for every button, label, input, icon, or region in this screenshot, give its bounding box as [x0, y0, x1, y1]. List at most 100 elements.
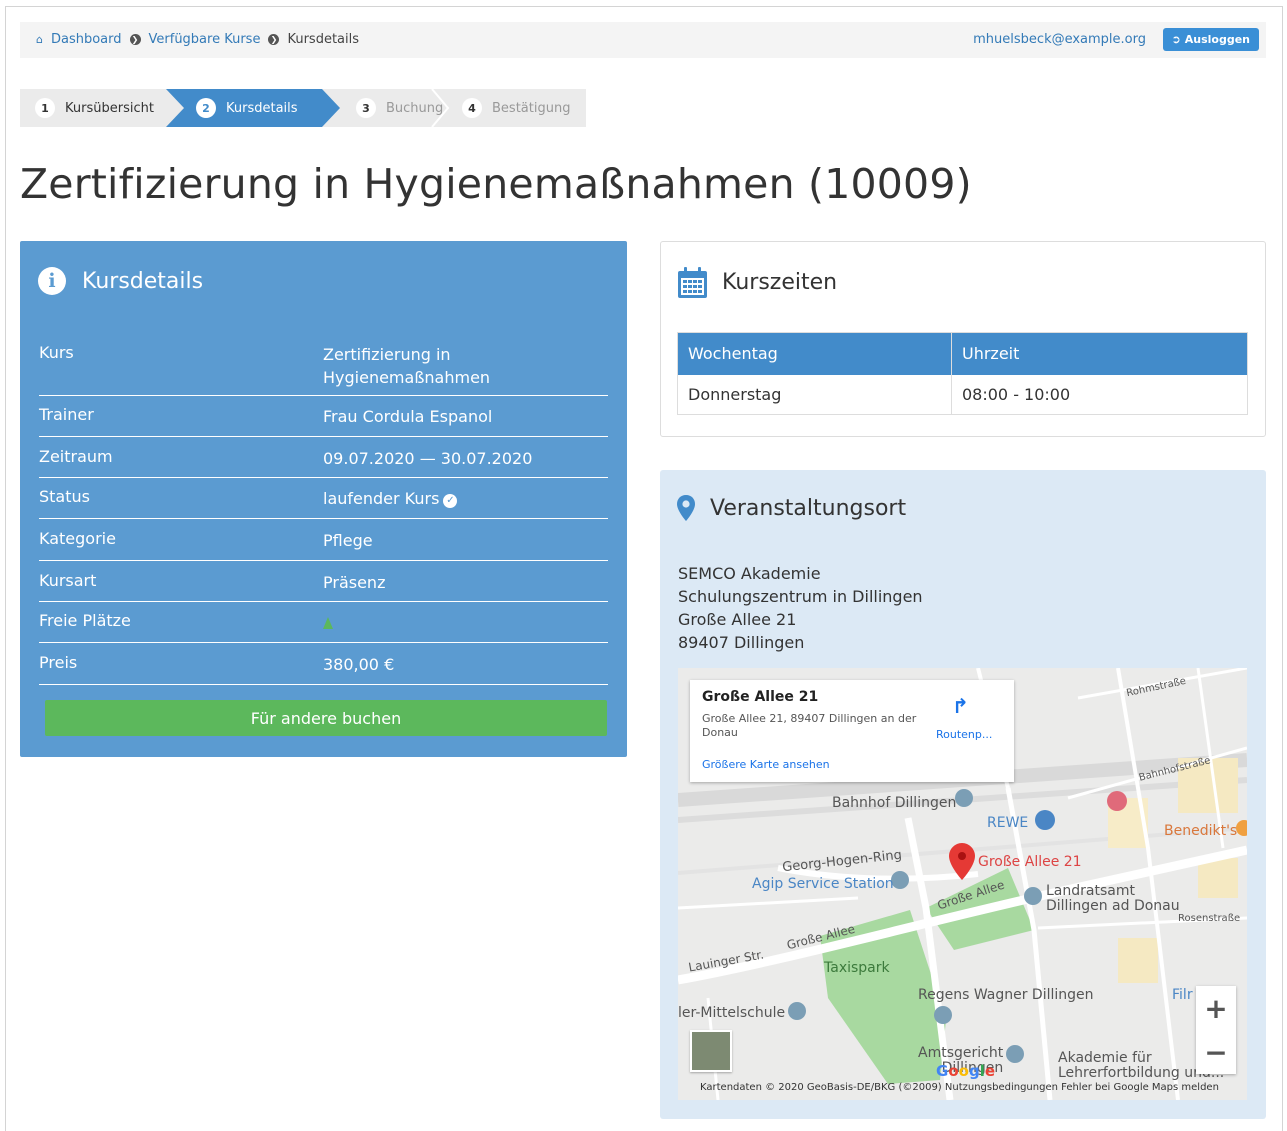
zoom-out-button[interactable]: − [1196, 1030, 1236, 1074]
map-label-street: Rosenstraße [1178, 913, 1241, 924]
detail-value: Pflege [323, 531, 373, 550]
calendar-icon [678, 267, 707, 298]
map-attribution[interactable]: Kartendaten © 2020 GeoBasis-DE/BKG (©200… [700, 1082, 1219, 1093]
info-window-title: Große Allee 21 [702, 689, 819, 705]
step-number: 3 [356, 98, 376, 118]
google-logo: Google [936, 1062, 996, 1080]
detail-row-course-type: Kursart Präsenz [39, 571, 608, 602]
detail-value: 09.07.2020 — 30.07.2020 [323, 449, 533, 468]
step-label: Kursübersicht [65, 100, 154, 116]
course-times-table: Wochentag Uhrzeit Donnerstag 08:00 - 10:… [677, 332, 1248, 415]
map-label-rewe: REWE [987, 815, 1029, 831]
detail-value: laufender Kurs [323, 489, 440, 508]
breadcrumb: ⌂ Dashboard ❯ Verfügbare Kurse ❯ Kursdet… [36, 32, 359, 47]
map-label-office: Landratsamt Dillingen ad Donau [1046, 884, 1180, 914]
panel-title: Veranstaltungsort [676, 494, 906, 522]
step-label: Bestätigung [492, 100, 571, 116]
seat-availability-icon [323, 617, 333, 629]
wizard-steps: 1 Kursübersicht 2 Kursdetails 3 Buchung … [20, 89, 586, 127]
detail-row-free-seats: Freie Plätze [39, 611, 608, 643]
map-label-line: Landratsamt [1046, 883, 1135, 899]
top-bar: ⌂ Dashboard ❯ Verfügbare Kurse ❯ Kursdet… [20, 22, 1266, 58]
logout-label: Ausloggen [1184, 33, 1250, 46]
course-details-panel: i Kursdetails Kurs Zertifizierung in Hyg… [20, 241, 627, 757]
address-line: SEMCO Akademie [678, 564, 821, 583]
column-header: Uhrzeit [951, 332, 1248, 375]
detail-value: Frau Cordula Espanol [323, 407, 493, 426]
panel-title: Kurszeiten [677, 266, 837, 299]
page-title: Zertifizierung in Hygienemaßnahmen (1000… [20, 160, 972, 208]
panel-title-text: Kursdetails [82, 268, 204, 294]
map-label-restaurant: Benedikt's [1164, 823, 1238, 839]
map-info-window: Große Allee 21 Große Allee 21, 89407 Dil… [690, 680, 1014, 782]
wizard-step-1[interactable]: 1 Kursübersicht [20, 89, 166, 127]
satellite-toggle-button[interactable] [690, 1030, 732, 1072]
map-marker-icon [677, 495, 695, 521]
home-icon: ⌂ [36, 33, 43, 46]
column-header: Wochentag [677, 332, 952, 375]
panel-title-text: Veranstaltungsort [710, 495, 907, 521]
step-number: 1 [35, 98, 55, 118]
map-label-poi: Filr [1172, 987, 1193, 1003]
zoom-in-button[interactable]: + [1196, 986, 1236, 1030]
map-label-line: Amtsgericht [918, 1045, 1004, 1061]
address-line: Große Allee 21 [678, 610, 797, 629]
detail-row-price: Preis 380,00 € [39, 653, 608, 685]
detail-value-wrap: laufender Kurs ✓ [323, 487, 603, 510]
directions-icon[interactable]: ↱ [952, 694, 969, 718]
book-for-others-button[interactable]: Für andere buchen [45, 700, 607, 736]
detail-row-period: Zeitraum 09.07.2020 — 30.07.2020 [39, 447, 608, 478]
map-label-line: Dillingen ad Donau [1046, 898, 1180, 914]
detail-value: Präsenz [323, 573, 386, 592]
step-number: 4 [462, 98, 482, 118]
detail-row-trainer: Trainer Frau Cordula Espanol [39, 405, 608, 437]
chevron-right-icon: ❯ [268, 34, 280, 45]
detail-value: 380,00 € [323, 655, 395, 674]
logout-button[interactable]: ➲ Ausloggen [1162, 28, 1259, 51]
detail-key: Trainer [39, 405, 94, 424]
detail-key: Zeitraum [39, 447, 113, 466]
map-label-gas-station: Agip Service Station [752, 876, 894, 892]
venue-panel: Veranstaltungsort SEMCO Akademie Schulun… [660, 470, 1266, 1119]
info-icon: i [38, 267, 66, 295]
step-divider [166, 89, 184, 127]
detail-key: Kursart [39, 571, 97, 590]
map-label-park: Taxispark [824, 960, 890, 976]
detail-row-course: Kurs Zertifizierung in Hygienemaßnahmen [39, 343, 608, 396]
user-email-link[interactable]: mhuelsbeck@example.org [973, 32, 1146, 47]
map-label-line: Akademie für [1058, 1050, 1152, 1066]
detail-key: Freie Plätze [39, 611, 131, 630]
wizard-step-4: 4 Bestätigung [450, 89, 586, 127]
map-label-institution: Regens Wagner Dillingen [918, 987, 1094, 1003]
map-label-marker: Große Allee 21 [978, 854, 1082, 870]
table-header-row: Wochentag Uhrzeit [677, 332, 1248, 375]
detail-row-status: Status laufender Kurs ✓ [39, 487, 608, 519]
panel-title-text: Kurszeiten [722, 270, 838, 295]
detail-value [323, 611, 603, 635]
table-cell: 08:00 - 10:00 [951, 374, 1248, 415]
detail-row-category: Kategorie Pflege [39, 529, 608, 561]
detail-key: Kategorie [39, 529, 116, 548]
breadcrumb-dashboard[interactable]: Dashboard [51, 32, 122, 47]
sign-out-icon: ➲ [1171, 33, 1181, 46]
google-map[interactable]: Bahnhof Dillingen REWE Benedikt's Große … [678, 668, 1247, 1100]
detail-key: Status [39, 487, 90, 506]
detail-key: Preis [39, 653, 78, 672]
address-line: 89407 Dillingen [678, 633, 805, 652]
step-label: Kursdetails [226, 100, 298, 116]
check-circle-icon: ✓ [443, 493, 458, 508]
panel-title: i Kursdetails [38, 267, 203, 295]
detail-key: Kurs [39, 343, 74, 362]
wizard-step-2[interactable]: 2 Kursdetails [166, 89, 322, 127]
map-label-station: Bahnhof Dillingen [832, 795, 957, 811]
larger-map-link[interactable]: Größere Karte ansehen [702, 758, 830, 771]
breadcrumb-current: Kursdetails [287, 32, 359, 47]
route-planner-link[interactable]: Routenp... [936, 728, 992, 741]
step-separator [431, 89, 450, 127]
breadcrumb-available-courses[interactable]: Verfügbare Kurse [149, 32, 261, 47]
address-line: Schulungszentrum in Dillingen [678, 587, 923, 606]
map-zoom-controls: + − [1196, 986, 1236, 1074]
step-number: 2 [196, 98, 216, 118]
venue-address: SEMCO Akademie Schulungszentrum in Dilli… [678, 562, 923, 654]
table-row: Donnerstag 08:00 - 10:00 [678, 374, 1248, 415]
